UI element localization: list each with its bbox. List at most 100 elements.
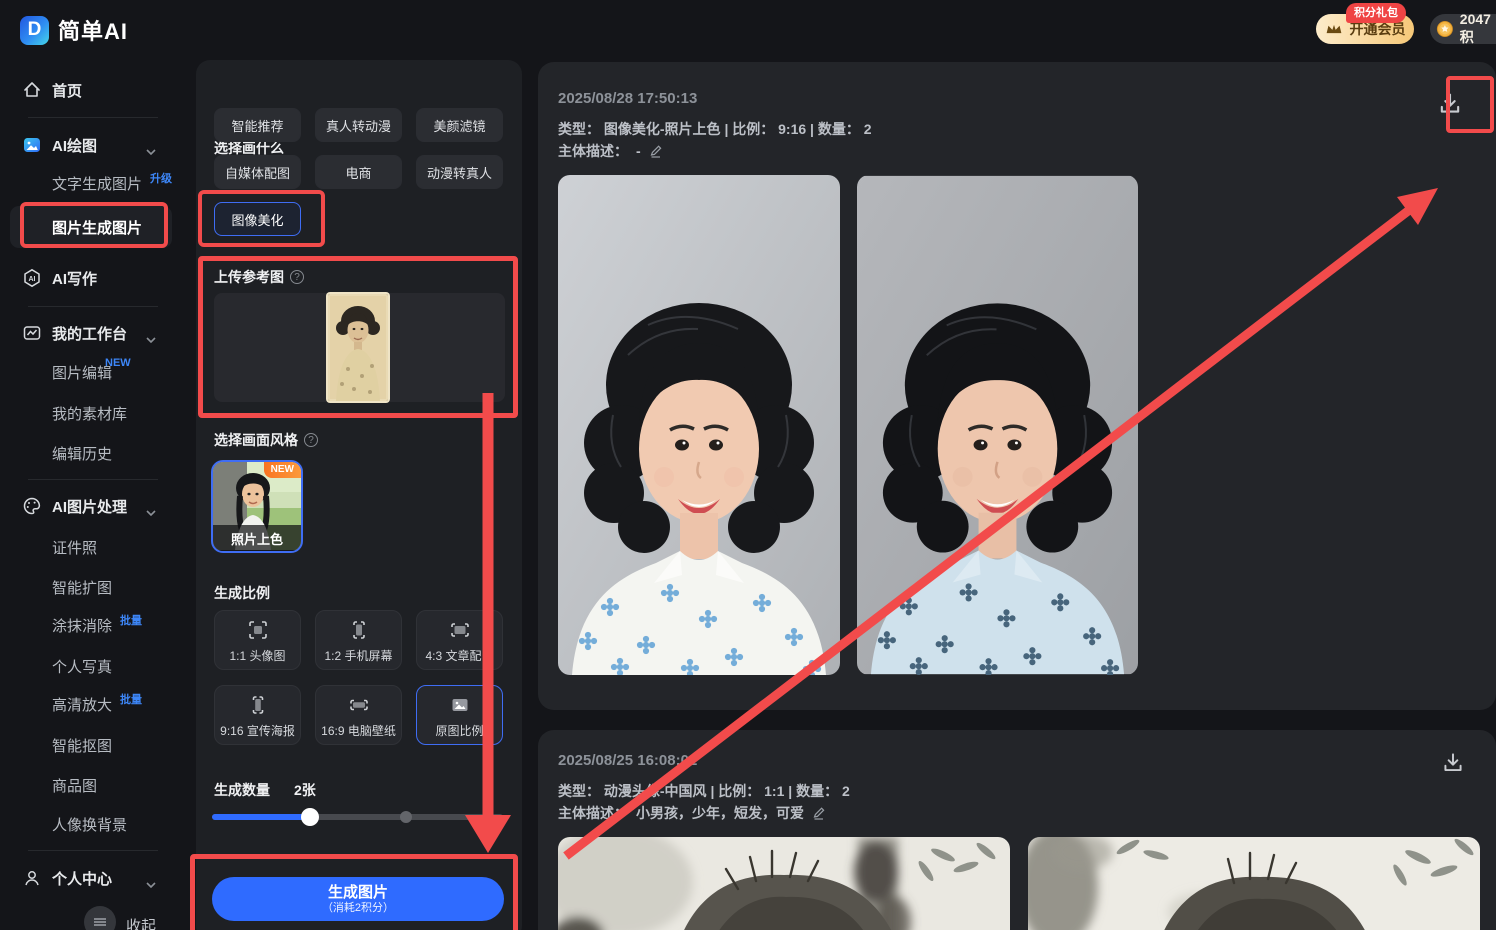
result-timestamp: 2025/08/28 17:50:13 <box>558 90 698 107</box>
sidebar-item-smart-expand[interactable]: 智能扩图 <box>0 572 196 602</box>
coin-icon <box>1436 20 1453 38</box>
divider <box>28 117 158 118</box>
app-window: D 简单AI 开通会员 积分礼包 2047积 首页 AI绘图 文字生成图片 升级… <box>0 0 1496 930</box>
sidebar-item-workbench[interactable]: 我的工作台 <box>0 318 196 348</box>
ratio-9-16[interactable]: 9:16 宣传海报 <box>214 685 301 745</box>
generated-image-2[interactable] <box>857 175 1138 675</box>
person-icon <box>22 868 42 888</box>
sidebar-item-product-image[interactable]: 商品图 <box>0 770 196 800</box>
section-title-ratio: 生成比例 <box>214 585 270 601</box>
option-real-to-anime[interactable]: 真人转动漫 <box>315 108 402 142</box>
result-meta: 类型： 图像美化-照片上色 | 比例： 9:16 | 数量： 2 <box>558 121 872 137</box>
sidebar-item-portrait-background[interactable]: 人像换背景 <box>0 809 196 839</box>
logo-letter: D <box>27 19 42 40</box>
slider-fill <box>212 814 310 820</box>
ratio-1-1[interactable]: 1:1 头像图 <box>214 610 301 670</box>
result-description: 主体描述： - <box>558 141 663 161</box>
divider <box>28 306 158 307</box>
sidebar-item-smart-cutout[interactable]: 智能抠图 <box>0 730 196 760</box>
sidebar-item-image-to-image[interactable]: 图片生成图片 <box>0 212 196 242</box>
ai-hexagon-icon: AI <box>22 268 42 288</box>
option-image-beautify-selected[interactable]: 图像美化 <box>214 202 301 236</box>
ratio-4-3[interactable]: 4:3 文章配图 <box>416 610 503 670</box>
generate-button[interactable]: 生成图片 （消耗2积分） <box>212 877 504 921</box>
ratio-1-2[interactable]: 1:2 手机屏幕 <box>315 610 402 670</box>
ratio-portrait-icon <box>246 693 270 717</box>
ratio-square-icon <box>246 618 270 642</box>
section-title-upload: 上传参考图 ? <box>214 267 304 287</box>
generated-image-1[interactable] <box>558 175 840 675</box>
ratio-original-selected[interactable]: 原图比例 <box>416 685 503 745</box>
batch-badge: 批量 <box>120 615 142 627</box>
ratio-tall-icon <box>347 618 371 642</box>
result-card-1: 2025/08/28 17:50:13 类型： 图像美化-照片上色 | 比例： … <box>538 62 1496 710</box>
result-timestamp: 2025/08/25 16:08:02 <box>558 752 698 769</box>
upgrade-badge: 升级 <box>150 173 172 185</box>
collapse-avatar-icon[interactable] <box>84 906 116 930</box>
palette-icon <box>22 496 42 516</box>
portrait-2 <box>857 175 1138 675</box>
portrait-1 <box>558 175 840 675</box>
logo-text: 简单AI <box>58 19 129 44</box>
section-title-style: 选择画面风格 ? <box>214 430 318 450</box>
collapse-label[interactable]: 收起 <box>126 915 156 930</box>
sidebar-item-home[interactable]: 首页 <box>0 75 196 105</box>
sidebar-item-ai-writing[interactable]: AI AI写作 <box>0 263 196 293</box>
vintage-photo <box>328 294 388 401</box>
sidebar-item-text-to-image[interactable]: 文字生成图片 升级 <box>0 168 196 198</box>
style-card-photo-colorize[interactable]: NEW 照片上色 <box>211 460 303 553</box>
help-icon[interactable]: ? <box>290 270 304 284</box>
ratio-wide-icon <box>448 618 472 642</box>
sidebar-item-id-photo[interactable]: 证件照 <box>0 532 196 562</box>
option-smart-recommend[interactable]: 智能推荐 <box>214 108 301 142</box>
original-image-icon <box>448 693 472 717</box>
sidebar-item-ai-image-processing[interactable]: AI图片处理 <box>0 491 196 521</box>
option-ecommerce[interactable]: 电商 <box>315 155 402 189</box>
download-icon[interactable] <box>1440 750 1468 778</box>
slider-thumb[interactable] <box>301 808 319 826</box>
slider-tick <box>400 811 412 823</box>
style-card-label: 照片上色 <box>213 525 301 551</box>
ink-portrait-1 <box>558 837 1010 930</box>
sidebar-item-my-assets[interactable]: 我的素材库 <box>0 398 196 428</box>
result-card-2: 2025/08/25 16:08:02 类型： 动漫头像-中国风 | 比例： 1… <box>538 730 1496 930</box>
points-gift-badge: 积分礼包 <box>1346 3 1406 23</box>
sidebar-item-erase[interactable]: 涂抹消除 批量 <box>0 610 196 640</box>
logo-icon: D <box>20 15 49 45</box>
option-media-illustration[interactable]: 自媒体配图 <box>214 155 301 189</box>
ratio-landscape-icon <box>347 693 371 717</box>
option-beauty-filter[interactable]: 美颜滤镜 <box>416 108 503 142</box>
new-badge: NEW <box>105 357 131 369</box>
edit-pencil-icon[interactable] <box>649 144 663 158</box>
chevron-down-icon <box>146 330 156 344</box>
svg-text:AI: AI <box>29 276 36 283</box>
sidebar-item-hd-upscale[interactable]: 高清放大 批量 <box>0 689 196 719</box>
sidebar-item-personal-center[interactable]: 个人中心 <box>0 863 196 893</box>
app-logo[interactable]: D 简单AI <box>20 14 128 46</box>
sidebar-item-personal-portrait[interactable]: 个人写真 <box>0 651 196 681</box>
result-meta: 类型： 动漫头像-中国风 | 比例： 1:1 | 数量： 2 <box>558 783 850 799</box>
divider <box>28 479 158 480</box>
result-description: 主体描述： 小男孩，少年，短发，可爱 <box>558 803 826 823</box>
count-slider[interactable] <box>212 814 503 820</box>
credits-pill[interactable]: 2047积 <box>1430 11 1496 45</box>
download-icon[interactable] <box>1436 90 1464 118</box>
new-badge: NEW <box>263 462 301 478</box>
sidebar-item-edit-history[interactable]: 编辑历史 <box>0 438 196 468</box>
sidebar-item-image-edit[interactable]: 图片编辑 NEW <box>0 357 196 387</box>
crown-icon <box>1326 24 1341 34</box>
chevron-down-icon <box>146 142 156 156</box>
generated-image-3[interactable] <box>558 837 1010 930</box>
divider <box>28 850 158 851</box>
chevron-down-icon <box>146 503 156 517</box>
sidebar-item-ai-draw[interactable]: AI绘图 <box>0 130 196 160</box>
option-anime-to-real[interactable]: 动漫转真人 <box>416 155 503 189</box>
section-title-count: 生成数量 2张 <box>214 782 316 798</box>
reference-photo-thumbnail[interactable] <box>328 294 388 401</box>
ratio-16-9[interactable]: 16:9 电脑壁纸 <box>315 685 402 745</box>
generated-image-4[interactable] <box>1028 837 1480 930</box>
edit-pencil-icon[interactable] <box>812 806 826 820</box>
ink-portrait-2 <box>1028 837 1480 930</box>
help-icon[interactable]: ? <box>304 433 318 447</box>
count-value: 2张 <box>294 782 316 798</box>
